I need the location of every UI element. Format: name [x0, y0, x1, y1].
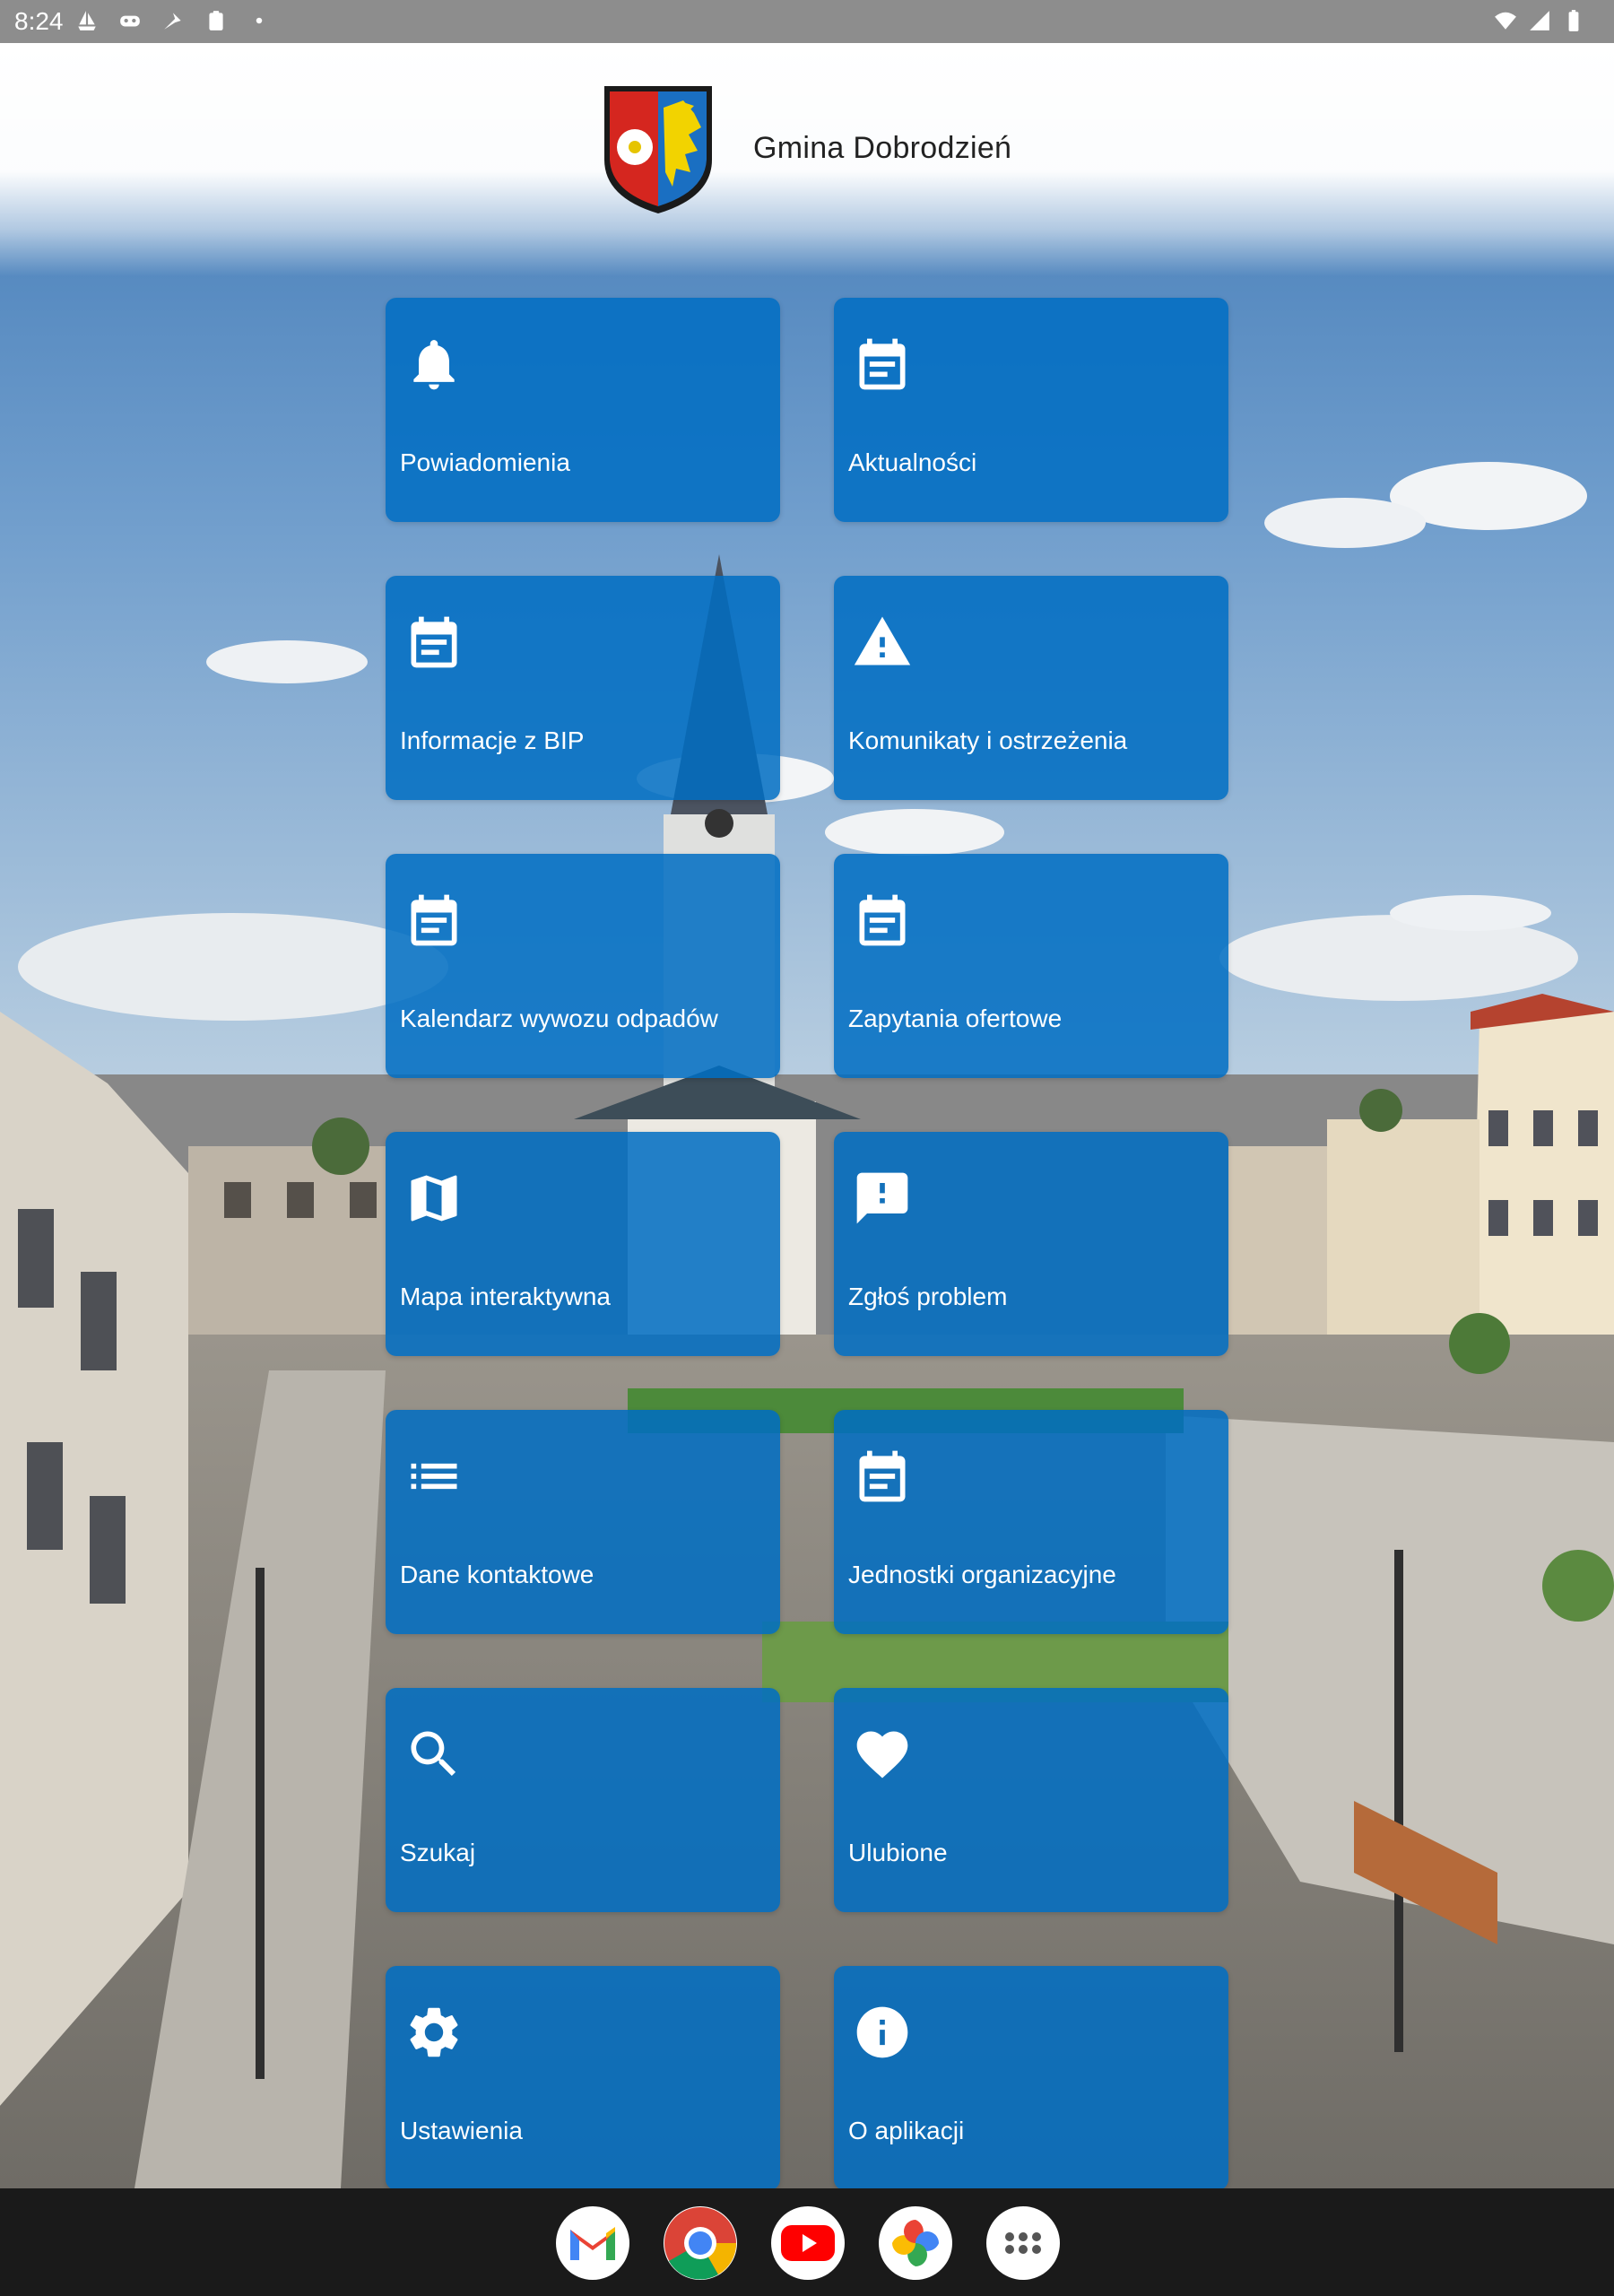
warning-icon [854, 616, 911, 665]
chrome-app[interactable] [664, 2206, 737, 2280]
tile-label: Ustawienia [400, 2117, 523, 2144]
heart-icon [856, 1731, 908, 1779]
tools-notification-icon [164, 13, 181, 30]
more-dot-icon [256, 17, 263, 24]
wifi-icon [1495, 12, 1516, 30]
gear-icon [410, 2007, 458, 2057]
photos-app[interactable] [879, 2206, 952, 2280]
tile-label: Dane kontaktowe [400, 1561, 594, 1588]
tile-dane-kontaktowe[interactable]: Dane kontaktowe [386, 1410, 780, 1634]
status-time: 8:24 [14, 7, 64, 35]
tile-label: Mapa interaktywna [400, 1283, 612, 1310]
sailing-notification-icon [78, 11, 96, 30]
info-icon [856, 2006, 908, 2058]
tile-label: Zgłoś problem [848, 1283, 1008, 1310]
calendar-icon [859, 894, 906, 946]
app-drawer-button[interactable] [986, 2206, 1060, 2280]
gmail-app[interactable] [556, 2206, 629, 2280]
coat-of-arms-logo [604, 86, 712, 213]
tile-label: Jednostki organizacyjne [848, 1561, 1116, 1588]
tile-ulubione[interactable]: Ulubione [834, 1688, 1228, 1912]
tile-jednostki-organizacyjne[interactable]: Jednostki organizacyjne [834, 1410, 1228, 1634]
calendar-icon [411, 894, 457, 946]
battery-icon [1568, 10, 1579, 31]
tile-label: Kalendarz wywozu odpadów [400, 1004, 718, 1032]
tile-zglos-problem[interactable]: Zgłoś problem [834, 1132, 1228, 1356]
tile-aktualnosci[interactable]: Aktualności [834, 298, 1228, 522]
status-bar: 8:24 [0, 0, 1614, 43]
tile-label: Komunikaty i ostrzeżenia [848, 726, 1128, 754]
tile-mapa-interaktywna[interactable]: Mapa interaktywna [386, 1132, 780, 1356]
tile-komunikaty-i-ostrzezenia[interactable]: Komunikaty i ostrzeżenia [834, 576, 1228, 800]
clipboard-notification-icon [209, 11, 223, 30]
calendar-icon [859, 338, 906, 390]
gmail-icon [570, 2227, 615, 2260]
tile-zapytania-ofertowe[interactable]: Zapytania ofertowe [834, 854, 1228, 1078]
youtube-app[interactable] [771, 2206, 845, 2280]
app-title: Gmina Dobrodzień [753, 131, 1012, 165]
tile-label: Powiadomienia [400, 448, 570, 476]
app-header: Gmina Dobrodzień [0, 43, 1614, 276]
tile-label: Zapytania ofertowe [848, 1004, 1063, 1032]
search-icon [411, 1731, 456, 1777]
tile-powiadomienia[interactable]: Powiadomienia [386, 298, 780, 522]
calendar-icon [859, 1450, 906, 1502]
report-problem-icon [856, 1172, 908, 1224]
chrome-icon [664, 2207, 737, 2280]
bell-icon [413, 340, 455, 390]
tile-label: Ulubione [848, 1839, 948, 1866]
calendar-icon [411, 616, 457, 668]
tile-szukaj[interactable]: Szukaj [386, 1688, 780, 1912]
tile-label: O aplikacji [848, 2117, 965, 2144]
tile-kalendarz-wywozu-odpadow[interactable]: Kalendarz wywozu odpadów [386, 854, 780, 1078]
list-icon [411, 1463, 457, 1490]
youtube-icon [781, 2225, 835, 2261]
app-dock [0, 2188, 1614, 2296]
tile-ustawienia[interactable]: Ustawienia [386, 1966, 780, 2190]
photos-icon [892, 2220, 939, 2266]
map-icon [411, 1175, 457, 1222]
tile-label: Aktualności [848, 448, 977, 476]
game-notification-icon [120, 15, 140, 27]
tile-o-aplikacji[interactable]: O aplikacji [834, 1966, 1228, 2190]
signal-icon [1530, 11, 1549, 30]
tile-informacje-z-bip[interactable]: Informacje z BIP [386, 576, 780, 800]
town-square-background [0, 43, 1614, 2188]
tile-label: Szukaj [400, 1839, 476, 1866]
app-drawer-icon [1005, 2232, 1041, 2254]
tile-label: Informacje z BIP [400, 726, 585, 754]
